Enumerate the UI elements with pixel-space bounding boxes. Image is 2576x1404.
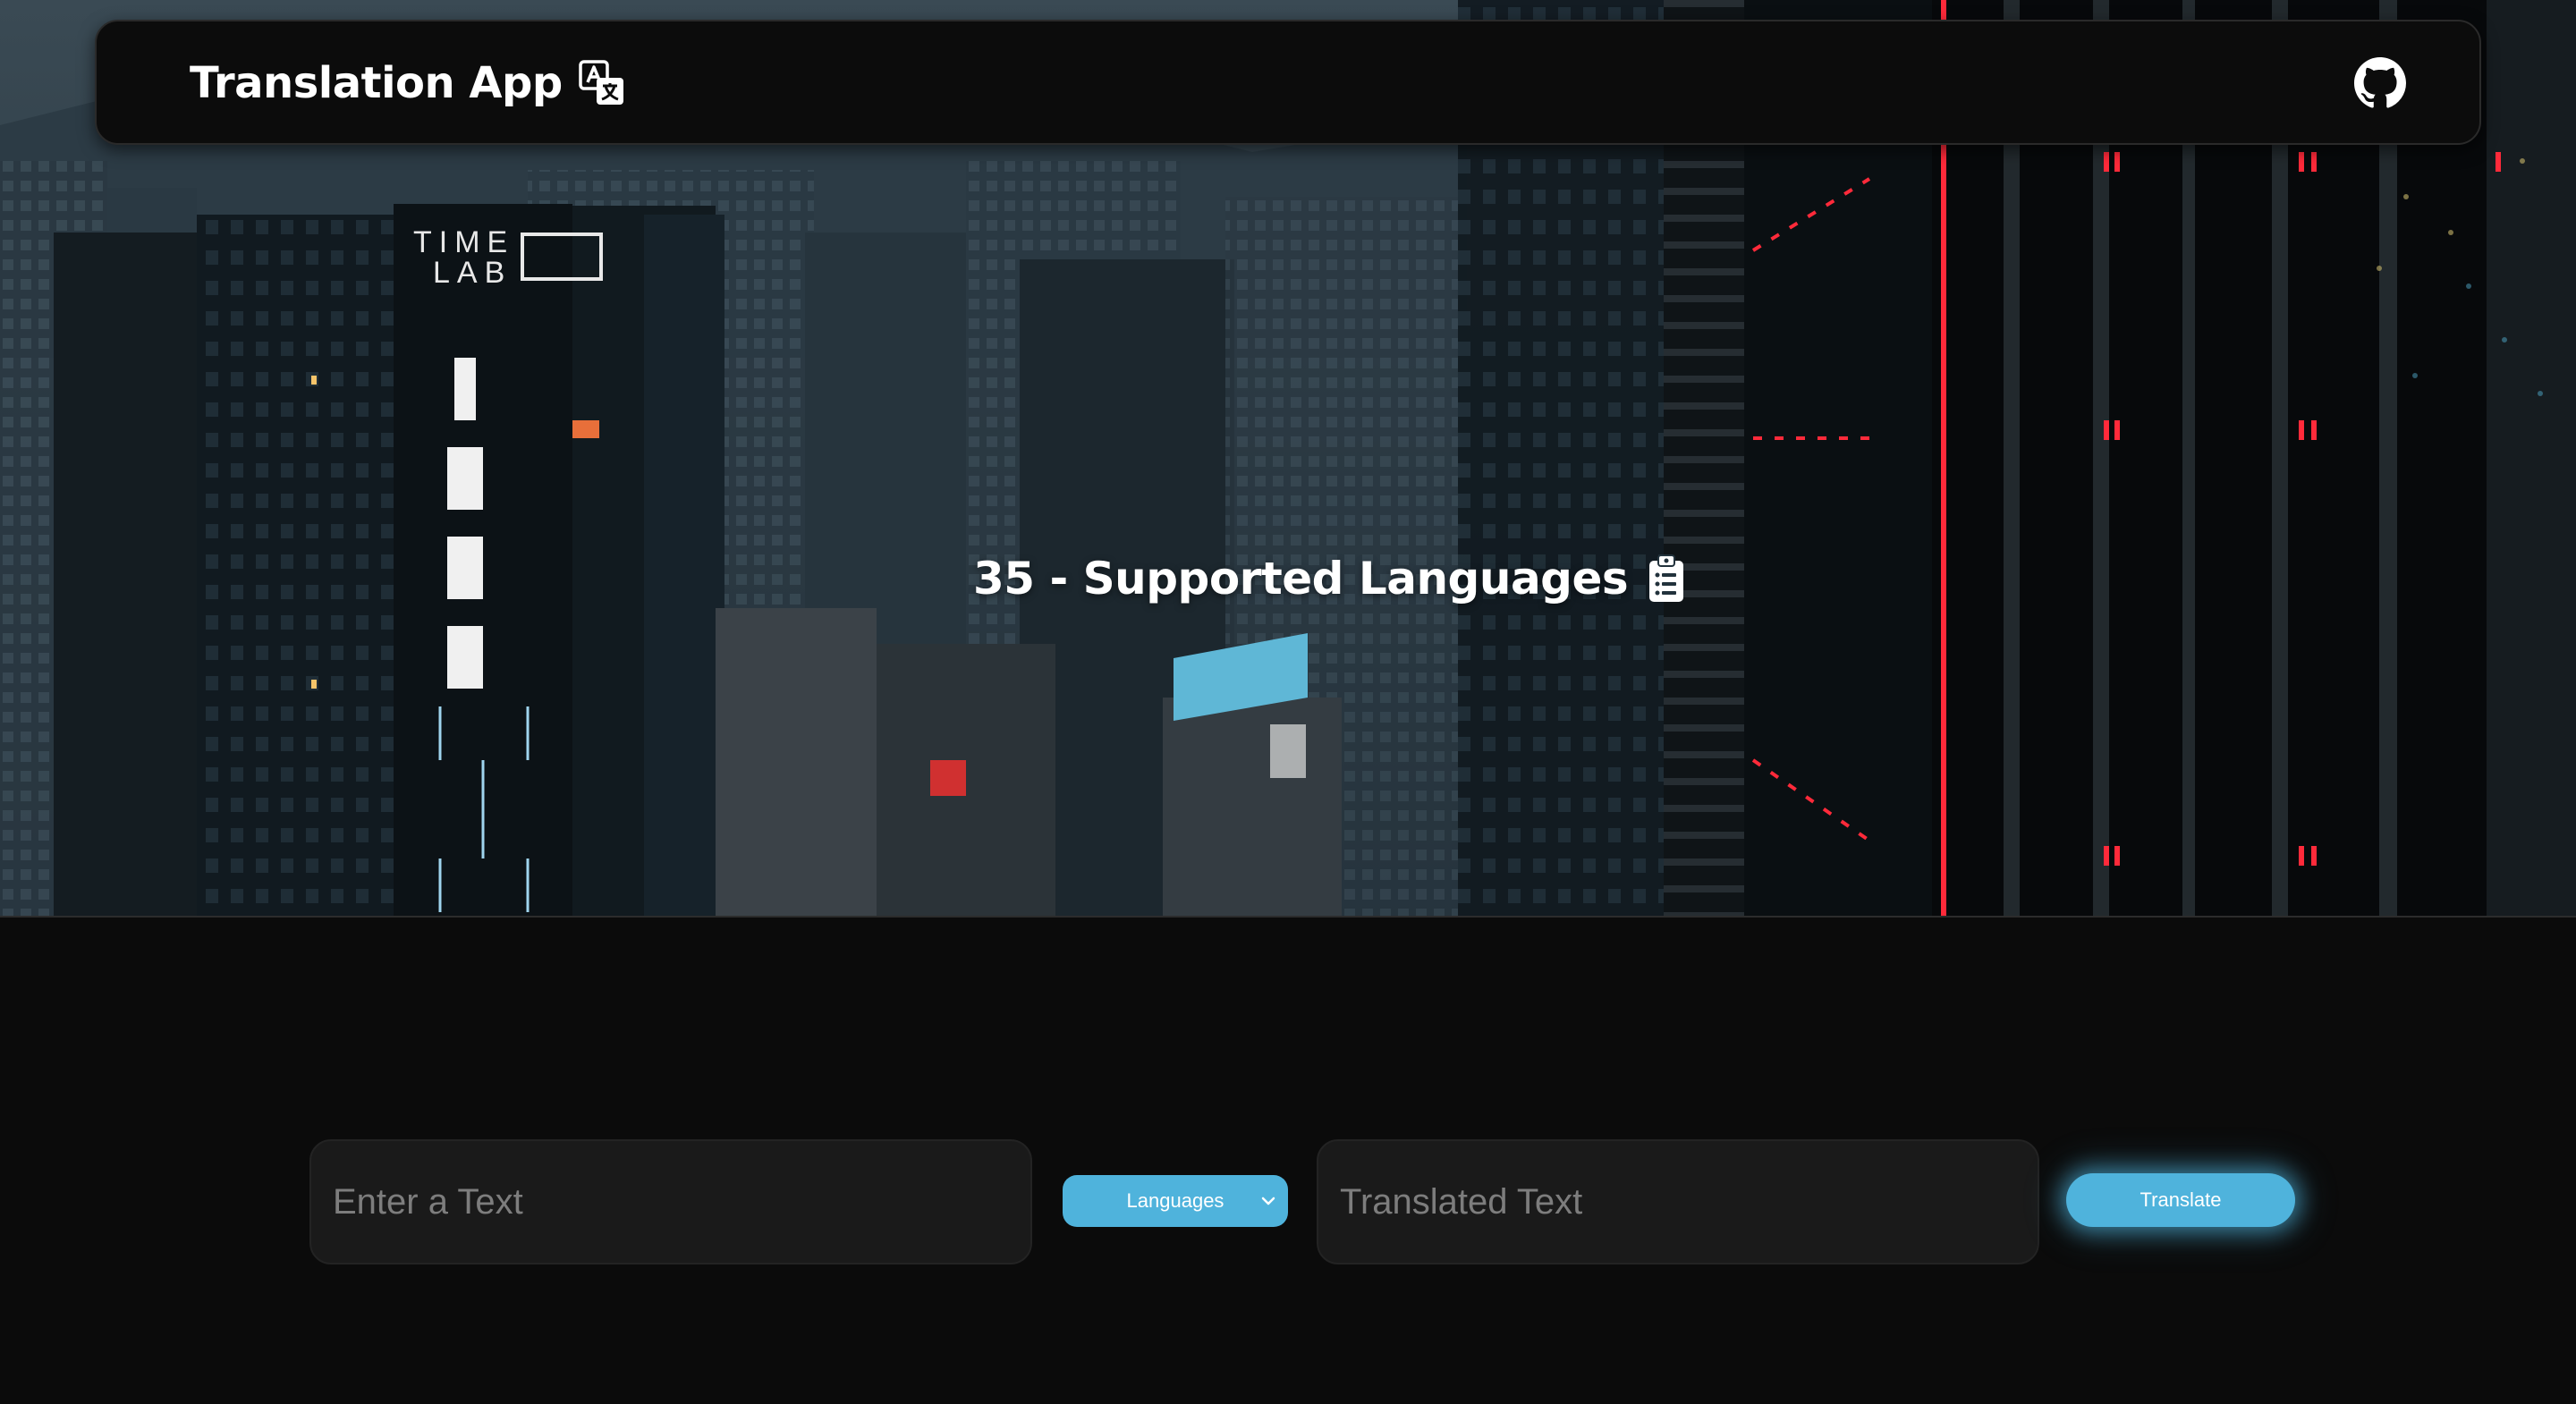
- chevron-down-icon: [1261, 1197, 1275, 1205]
- translate-button[interactable]: Translate: [2066, 1173, 2295, 1227]
- supported-languages-heading: 35 - Supported Languages: [973, 547, 1685, 610]
- navbar: Translation App: [95, 20, 2481, 145]
- app-title: Translation App: [190, 58, 563, 108]
- source-text-input[interactable]: [309, 1139, 1032, 1264]
- translate-icon: [579, 60, 625, 106]
- clipboard-list-icon: [1648, 554, 1685, 604]
- translation-form: Languages Translate: [0, 918, 2576, 1404]
- brand[interactable]: Translation App: [190, 54, 625, 113]
- language-select[interactable]: Languages: [1063, 1175, 1288, 1227]
- language-select-label: Languages: [1126, 1189, 1224, 1212]
- github-icon[interactable]: [2354, 57, 2406, 109]
- svg-text:LAB: LAB: [433, 256, 512, 290]
- translated-text-output[interactable]: [1317, 1139, 2039, 1264]
- svg-text:TIME: TIME: [413, 225, 514, 259]
- headline-text: 35 - Supported Languages: [973, 553, 1629, 605]
